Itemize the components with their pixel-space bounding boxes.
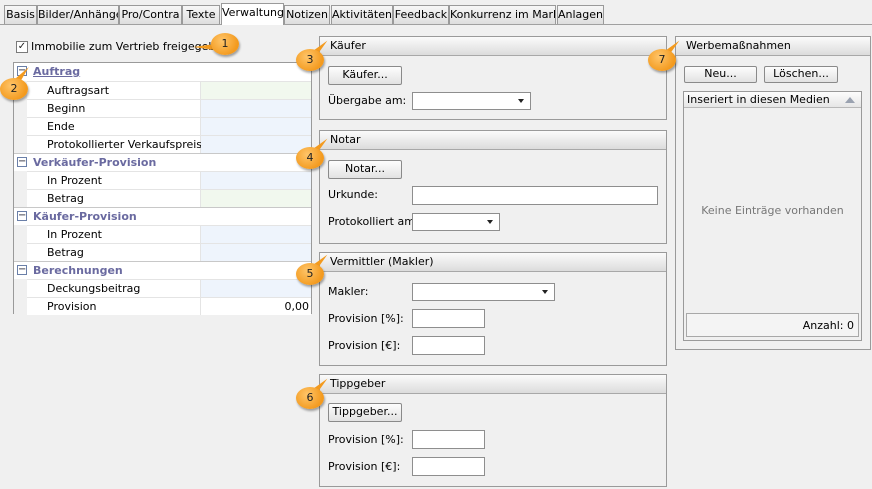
werbemassnahmen-panel-title: Werbemaßnahmen [676,37,870,56]
grid-row-value[interactable] [201,100,311,117]
grid-category-label: Käufer-Provision [33,210,137,223]
vermittler-provision-pct-input[interactable] [412,309,485,328]
sort-ascending-icon [845,97,855,103]
grid-row-kaeufer-in-prozent[interactable]: In Prozent [27,225,311,244]
tab-feedback[interactable]: Feedback [393,5,449,24]
grid-row-label: Auftragsart [27,82,201,99]
werbung-neu-button[interactable]: Neu... [684,66,757,83]
uebergabe-label: Übergabe am: [328,94,407,107]
grid-row-value[interactable] [201,226,311,243]
grid-row-label: Deckungsbeitrag [27,280,201,297]
tab-texte[interactable]: Texte [182,5,220,24]
tab-anlagen[interactable]: Anlagen [557,5,604,24]
property-grid: − Auftrag Auftragsart Beginn Ende Protok… [13,62,312,316]
grid-row-value[interactable] [201,136,311,153]
notar-button[interactable]: Notar... [328,160,402,179]
grid-category-kaeufer-provision[interactable]: − Käufer-Provision [14,207,311,226]
vermittler-provision-eur-input[interactable] [412,336,485,355]
collapse-icon[interactable]: − [17,211,27,221]
tippgeber-button[interactable]: Tippgeber... [328,403,402,422]
grid-row-verkaeufer-in-prozent[interactable]: In Prozent [27,171,311,190]
grid-row-value[interactable] [201,82,311,99]
grid-category-label: Berechnungen [33,264,123,277]
protokolliert-date-picker[interactable] [412,213,500,231]
callout-number: 5 [296,263,324,285]
chevron-down-icon [518,99,524,103]
grid-row-ende[interactable]: Ende [27,117,311,136]
tippgeber-provision-pct-label: Provision [%]: [328,433,404,446]
vertrieb-freigegeben-checkbox[interactable]: ✓ [16,41,28,53]
grid-row-label: Ende [27,118,201,135]
makler-label: Makler: [328,285,369,298]
grid-row-value: 0,00 [201,298,311,315]
grid-row-label: In Prozent [27,172,201,189]
medien-footer: Anzahl: 0 [686,313,859,337]
grid-category-label: Auftrag [33,65,81,78]
collapse-icon[interactable]: − [17,157,27,167]
grid-row-value[interactable] [201,280,311,297]
grid-category-verkaeufer-provision[interactable]: − Verkäufer-Provision [14,153,311,172]
callout-number: 1 [211,33,239,55]
callout-number: 7 [648,49,676,71]
medien-empty-text: Keine Einträge vorhanden [701,204,844,217]
grid-row-verkaeufer-betrag[interactable]: Betrag [27,189,311,208]
tippgeber-provision-eur-label: Provision [€]: [328,460,401,473]
tab-basis[interactable]: Basis [4,5,37,24]
grid-row-value[interactable] [201,190,311,207]
uebergabe-date-picker[interactable] [412,92,531,110]
medien-column-label: Inseriert in diesen Medien [687,93,830,106]
collapse-icon[interactable]: − [17,265,27,275]
protokolliert-label: Protokolliert am: [328,215,419,228]
callout-number: 2 [0,78,28,100]
tab-notizen[interactable]: Notizen [284,5,330,24]
kaeufer-panel-title: Käufer [320,37,666,56]
grid-category-berechnungen[interactable]: − Berechnungen [14,261,311,280]
urkunde-input[interactable] [412,186,658,205]
kaeufer-button[interactable]: Käufer... [328,66,402,85]
grid-row-label: Beginn [27,100,201,117]
tippgeber-provision-pct-input[interactable] [412,430,485,449]
grid-category-auftrag[interactable]: − Auftrag [14,63,311,81]
grid-row-label: Protokollierter Verkaufspreis [27,136,202,153]
tab-pro-contra[interactable]: Pro/Contra [119,5,182,24]
grid-row-beginn[interactable]: Beginn [27,99,311,118]
vermittler-panel-title: Vermittler (Makler) [320,253,666,272]
callout-number: 6 [296,387,324,409]
tippgeber-panel-title: Tippgeber [320,375,666,394]
grid-row-value[interactable] [201,244,311,261]
medien-list-header[interactable]: Inseriert in diesen Medien [684,92,861,108]
grid-row-label: In Prozent [27,226,201,243]
grid-row-value[interactable] [201,118,311,135]
grid-row-deckungsbeitrag[interactable]: Deckungsbeitrag [27,279,311,298]
tab-bar: Basis Bilder/Anhänge Pro/Contra Texte Ve… [0,0,872,25]
grid-row-provision[interactable]: Provision 0,00 [27,297,311,316]
grid-category-label: Verkäufer-Provision [33,156,157,169]
grid-row-auftragsart[interactable]: Auftragsart [27,81,311,100]
makler-select[interactable] [412,283,555,301]
chevron-down-icon [487,220,493,224]
tab-bilder-anhaenge[interactable]: Bilder/Anhänge [37,5,119,24]
callout-number: 4 [296,147,324,169]
chevron-down-icon [542,290,548,294]
tippgeber-provision-eur-input[interactable] [412,457,485,476]
grid-row-value[interactable] [201,172,311,189]
grid-row-label: Provision [27,298,201,315]
callout-number: 3 [296,49,324,71]
tab-konkurrenz-im-markt[interactable]: Konkurrenz im Markt [449,5,556,24]
vermittler-provision-eur-label: Provision [€]: [328,339,401,352]
grid-row-label: Betrag [27,244,201,261]
grid-row-label: Betrag [27,190,201,207]
grid-row-kaeufer-betrag[interactable]: Betrag [27,243,311,262]
medien-count: Anzahl: 0 [802,319,854,332]
werbung-loeschen-button[interactable]: Löschen... [764,66,838,83]
tab-verwaltung[interactable]: Verwaltung [221,3,284,25]
vermittler-provision-pct-label: Provision [%]: [328,312,404,325]
tab-aktivitaeten[interactable]: Aktivitäten [331,5,393,24]
grid-row-protokollierter-verkaufspreis[interactable]: Protokollierter Verkaufspreis [27,135,311,154]
notar-panel-title: Notar [320,131,666,150]
urkunde-label: Urkunde: [328,188,379,201]
